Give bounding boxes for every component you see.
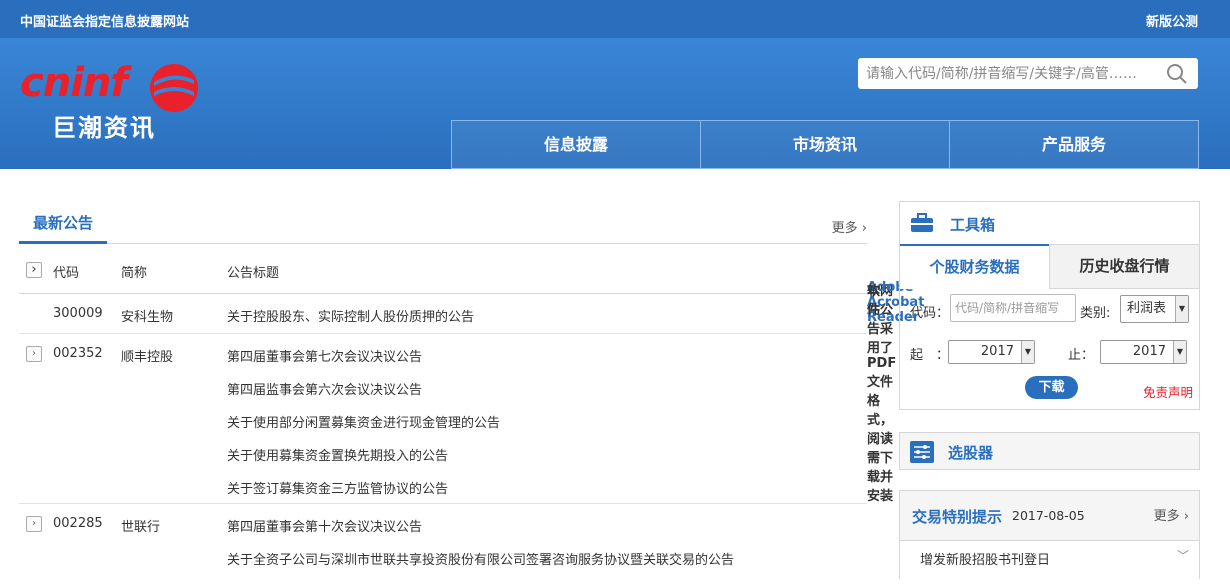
start-label: 起 ：: [910, 348, 950, 363]
site-tagline: 中国证监会指定信息披露网站: [20, 15, 190, 30]
disclaimer-link[interactable]: 免责声明: [1143, 382, 1193, 401]
col-title: 公告标题: [227, 266, 280, 281]
announcement-group: 300009 安科生物 关于控股股东、实际控制人股份质押的公告: [19, 294, 867, 334]
tab-stock-financials[interactable]: 个股财务数据: [900, 244, 1049, 289]
announcement-title[interactable]: 关于使用部分闲置募集资金进行现金管理的公告: [227, 412, 500, 431]
stock-code[interactable]: 002352: [53, 346, 103, 361]
column-header: › 代码 简称 公告标题 本网站公告采用了PDF文件格式，阅读需下载并安装 Ado…: [19, 244, 924, 504]
trading-tips-panel: 交易特别提示 2017-08-05 更多 › 增发新股招股书刊登日 ﹀: [899, 490, 1200, 579]
chevron-down-icon[interactable]: ﹀: [1177, 547, 1189, 564]
trading-tips-title[interactable]: 交易特别提示: [912, 506, 1002, 527]
announcement-group: › 002352 顺丰控股 第四届董事会第七次会议决议公告 第四届监事会第六次会…: [19, 334, 867, 504]
announcement-title[interactable]: 关于控股股东、实际控制人股份质押的公告: [227, 306, 474, 325]
logo-subtitle: 巨潮资讯: [52, 114, 156, 142]
chevron-down-icon: ▼: [1175, 296, 1188, 322]
logo-swirl-icon: [150, 64, 198, 112]
chevron-down-icon: ▼: [1021, 341, 1034, 363]
header: cninf 巨潮资讯 信息披露 市场资讯 产品服务: [0, 38, 1230, 169]
toolbox-tabs: 个股财务数据 历史收盘行情: [900, 244, 1199, 289]
code-label: 代码：: [910, 306, 950, 321]
col-name: 简称: [121, 266, 148, 281]
announcement-group: › 002285 世联行 第四届董事会第十次会议决议公告 关于全资子公司与深圳市…: [19, 504, 867, 584]
logo-text: cninf: [20, 60, 128, 106]
stock-picker-panel[interactable]: 选股器: [899, 432, 1200, 470]
announcements-panel: 最新公告 更多 › › 代码 简称 公告标题 本网站公告采用了PDF文件格式，阅…: [19, 200, 924, 584]
search-input[interactable]: [866, 58, 1156, 89]
end-label: 止：: [1068, 348, 1095, 363]
briefcase-icon: [911, 213, 933, 232]
announcement-title[interactable]: 关于签订募集资金三方监管协议的公告: [227, 478, 448, 497]
announcement-title[interactable]: 第四届董事会第十次会议决议公告: [227, 516, 422, 535]
stock-name[interactable]: 世联行: [121, 516, 160, 535]
announcements-title[interactable]: 最新公告: [33, 212, 93, 233]
more-link[interactable]: 更多 ›: [1154, 505, 1189, 524]
announcements-header: 最新公告 更多 ›: [19, 200, 867, 244]
toolbox-title: 工具箱: [950, 216, 996, 234]
announcement-title[interactable]: 第四届董事会第七次会议决议公告: [227, 346, 422, 365]
top-bar: 中国证监会指定信息披露网站 新版公测: [0, 0, 1230, 38]
sliders-icon: [910, 441, 934, 463]
logo[interactable]: cninf 巨潮资讯: [18, 60, 208, 142]
expand-button[interactable]: ›: [26, 516, 42, 532]
end-year-select[interactable]: 2017 ▼: [1100, 340, 1187, 364]
stock-code[interactable]: 300009: [53, 306, 103, 321]
tab-disclosure[interactable]: 信息披露: [451, 120, 700, 169]
tab-products[interactable]: 产品服务: [949, 120, 1199, 169]
tab-historical-quotes[interactable]: 历史收盘行情: [1049, 244, 1199, 289]
main-nav: 信息披露 市场资讯 产品服务: [451, 120, 1199, 169]
stock-code[interactable]: 002285: [53, 516, 103, 531]
category-select[interactable]: 利润表 ▼: [1120, 295, 1189, 323]
code-input[interactable]: 代码/简称/拼音缩写: [950, 294, 1076, 322]
download-button[interactable]: 下载: [1025, 376, 1078, 399]
stock-name[interactable]: 安科生物: [121, 306, 173, 325]
trading-tips-date: 2017-08-05: [1012, 508, 1085, 523]
category-label: 类别:: [1080, 306, 1111, 321]
expand-all-button[interactable]: ›: [26, 262, 42, 278]
trading-tip-item[interactable]: 增发新股招股书刊登日: [920, 549, 1050, 568]
announcement-title[interactable]: 关于全资子公司与深圳市世联共享投资股份有限公司签署咨询服务协议暨关联交易的公告: [227, 549, 734, 568]
announcement-title[interactable]: 第四届监事会第六次会议决议公告: [227, 379, 422, 398]
tab-market-info[interactable]: 市场资讯: [700, 120, 949, 169]
chevron-down-icon: ▼: [1173, 341, 1186, 363]
more-link[interactable]: 更多 ›: [832, 217, 867, 236]
stock-name[interactable]: 顺丰控股: [121, 346, 173, 365]
search-icon[interactable]: [1166, 63, 1188, 85]
toolbox-panel: 工具箱 个股财务数据 历史收盘行情 代码： 代码/简称/拼音缩写 类别: 利润表…: [899, 201, 1200, 410]
beta-link[interactable]: 新版公测: [1146, 11, 1198, 30]
announcement-title[interactable]: 关于使用募集资金置换先期投入的公告: [227, 445, 448, 464]
trading-tips-header: 交易特别提示 2017-08-05 更多 ›: [900, 491, 1199, 541]
col-code: 代码: [53, 266, 80, 281]
toolbox-header: 工具箱: [900, 202, 1199, 244]
search-box: [858, 58, 1198, 89]
start-year-select[interactable]: 2017 ▼: [948, 340, 1035, 364]
expand-button[interactable]: ›: [26, 346, 42, 362]
stock-picker-title: 选股器: [948, 444, 994, 462]
